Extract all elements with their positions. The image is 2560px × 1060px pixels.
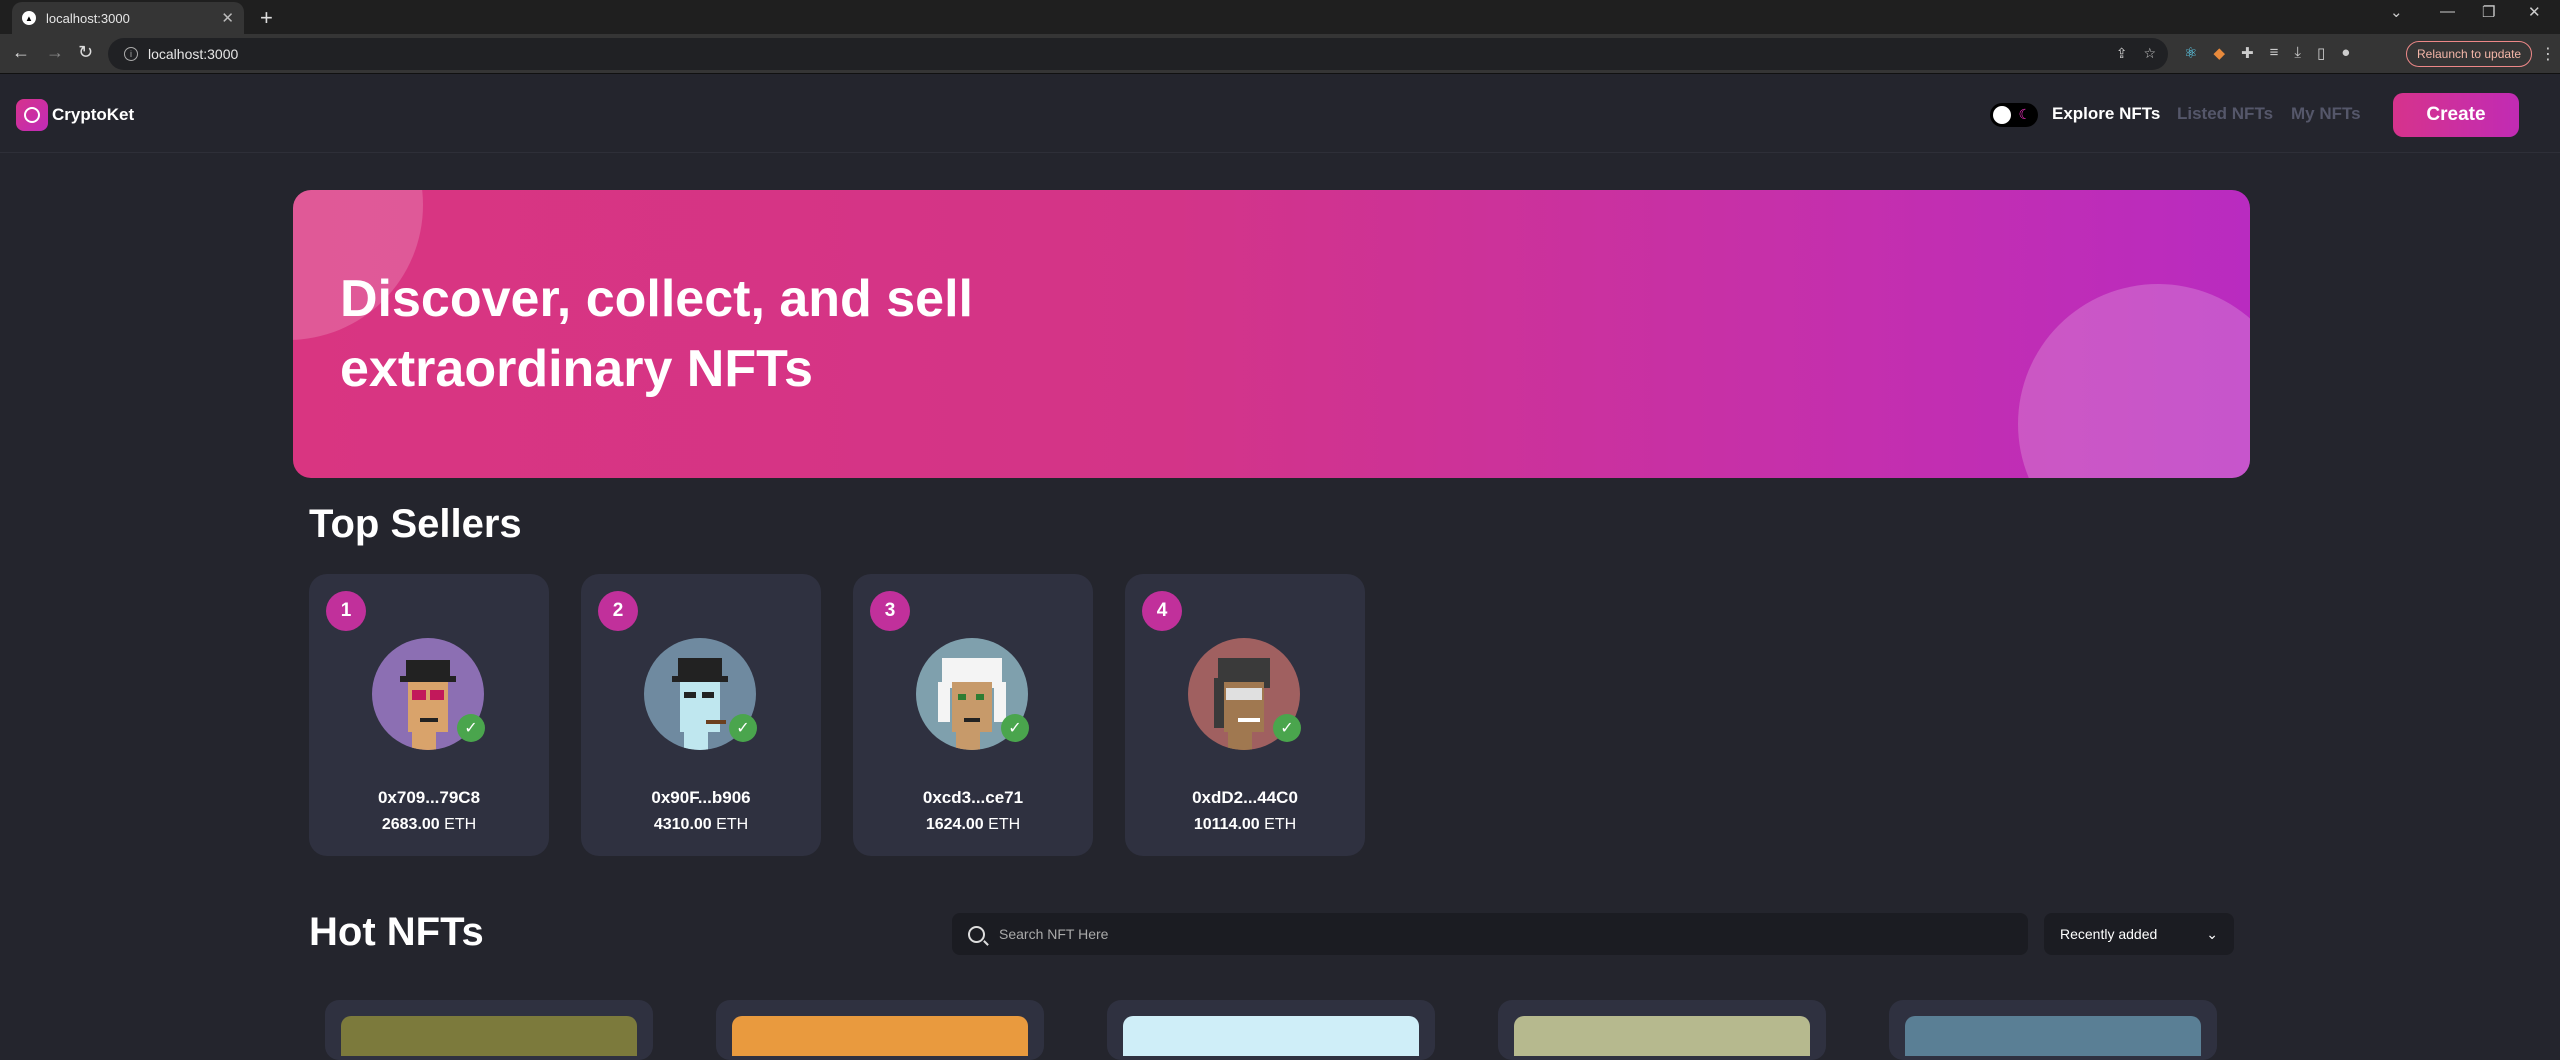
close-icon[interactable]: ✕ <box>221 9 234 27</box>
nft-card[interactable] <box>1107 1000 1435 1060</box>
theme-toggle[interactable]: ☾ <box>1990 103 2038 127</box>
seller-balance: 10114.00 ETH <box>1125 816 1365 834</box>
puzzle-icon[interactable]: ✚ <box>2241 44 2254 62</box>
verified-check-icon: ✓ <box>1273 714 1301 742</box>
nft-image <box>1123 1016 1419 1056</box>
search-icon <box>968 925 985 943</box>
balance-unit: ETH <box>1264 816 1297 833</box>
verified-check-icon: ✓ <box>1001 714 1029 742</box>
browser-tab-strip: ▲ localhost:3000 ✕ + ⌄ — ❐ ✕ <box>0 0 2560 34</box>
nft-image <box>1905 1016 2201 1056</box>
forward-icon[interactable]: → <box>46 42 64 63</box>
profile-avatar[interactable]: ● <box>2341 44 2350 62</box>
create-button[interactable]: Create <box>2393 93 2519 137</box>
seller-address: 0x90F...b906 <box>651 788 751 807</box>
balance-unit: ETH <box>716 816 749 833</box>
nft-card[interactable] <box>716 1000 1044 1060</box>
balance-amount: 1624.00 <box>925 816 984 833</box>
nft-image <box>341 1016 637 1056</box>
brand-name: CryptoKet <box>52 105 135 124</box>
url-text: localhost:3000 <box>148 46 239 62</box>
seller-balance: 4310.00 ETH <box>581 816 821 834</box>
seller-balance: 1624.00 ETH <box>853 816 1093 834</box>
nav-link-my[interactable]: My NFTs <box>2291 104 2361 124</box>
seller-address: 0xdD2...44C0 <box>1192 788 1298 807</box>
address-bar[interactable]: i localhost:3000 ⇪ ☆ <box>108 38 2168 70</box>
sort-dropdown[interactable]: Recently added ⌄ <box>2044 913 2234 955</box>
rank-badge: 4 <box>1142 591 1182 631</box>
app-navbar: CryptoKet ☾ Explore NFTs Listed NFTs My … <box>0 75 2560 153</box>
chevron-down-icon[interactable]: ⌄ <box>2390 3 2403 21</box>
balance-unit: ETH <box>988 816 1021 833</box>
more-menu-icon[interactable]: ⋮ <box>2540 44 2556 64</box>
verified-check-icon: ✓ <box>729 714 757 742</box>
download-icon[interactable]: ⤓ <box>2294 44 2301 62</box>
seller-card[interactable]: 3 ✓ 0xcd3...ce71 1624.00 ETH <box>853 574 1093 856</box>
close-window-icon[interactable]: ✕ <box>2528 3 2541 21</box>
nft-card[interactable] <box>1498 1000 1826 1060</box>
new-tab-button[interactable]: + <box>260 5 273 31</box>
search-placeholder: Search NFT Here <box>999 926 1109 942</box>
rank-badge: 2 <box>598 591 638 631</box>
hot-nfts-title: Hot NFTs <box>309 910 484 954</box>
star-icon[interactable]: ☆ <box>2143 45 2156 62</box>
metamask-icon[interactable]: ◆ <box>2213 44 2225 62</box>
seller-balance: 2683.00 ETH <box>309 816 549 834</box>
react-devtools-icon[interactable]: ⚛ <box>2184 44 2197 62</box>
seller-card[interactable]: 2 ✓ 0x90F...b906 4310.00 ETH <box>581 574 821 856</box>
hero-title: Discover, collect, and sell extraordinar… <box>340 270 973 398</box>
search-input[interactable]: Search NFT Here <box>952 913 2028 955</box>
balance-amount: 4310.00 <box>653 816 712 833</box>
extension-icons: ⚛ ◆ ✚ ≡ ⤓ ▯ ● <box>2184 44 2350 62</box>
tab-title: localhost:3000 <box>46 10 130 26</box>
nft-card[interactable] <box>325 1000 653 1060</box>
rank-badge: 3 <box>870 591 910 631</box>
verified-check-icon: ✓ <box>457 714 485 742</box>
seller-address: 0x709...79C8 <box>377 788 481 807</box>
seller-address: 0xcd3...ce71 <box>922 788 1024 807</box>
seller-card[interactable]: 1 ✓ 0x709...79C8 2683.00 ETH <box>309 574 549 856</box>
vercel-icon: ▲ <box>22 11 36 25</box>
share-icon[interactable]: ⇪ <box>2116 45 2128 62</box>
restore-icon[interactable]: ❐ <box>2482 3 2495 21</box>
nft-image <box>1514 1016 1810 1056</box>
nft-image <box>732 1016 1028 1056</box>
rank-badge: 1 <box>326 591 366 631</box>
minimize-icon[interactable]: — <box>2440 3 2455 20</box>
reload-icon[interactable]: ↻ <box>78 42 93 63</box>
chevron-down-icon: ⌄ <box>2206 925 2218 942</box>
moon-icon: ☾ <box>2018 106 2031 122</box>
balance-unit: ETH <box>444 816 477 833</box>
info-icon[interactable]: i <box>124 47 138 61</box>
top-sellers-title: Top Sellers <box>309 502 522 546</box>
seller-card[interactable]: 4 ✓ 0xdD2...44C0 10114.00 ETH <box>1125 574 1365 856</box>
reading-list-icon[interactable]: ≡ <box>2270 44 2279 62</box>
relaunch-button[interactable]: Relaunch to update <box>2406 41 2533 67</box>
balance-amount: 2683.00 <box>381 816 440 833</box>
browser-toolbar: ← → ↻ i localhost:3000 ⇪ ☆ ⚛ ◆ ✚ ≡ ⤓ ▯ ●… <box>0 34 2560 74</box>
nft-card[interactable] <box>1889 1000 2217 1060</box>
logo-icon <box>16 99 48 131</box>
sort-value: Recently added <box>2060 926 2158 942</box>
nav-link-explore[interactable]: Explore NFTs <box>2052 104 2160 124</box>
brand-logo[interactable]: CryptoKet <box>16 99 134 131</box>
decorative-circle <box>2018 284 2250 478</box>
hero-banner: Discover, collect, and sell extraordinar… <box>293 190 2250 478</box>
nav-link-listed[interactable]: Listed NFTs <box>2177 104 2273 124</box>
balance-amount: 10114.00 <box>1193 816 1260 833</box>
back-icon[interactable]: ← <box>12 42 30 63</box>
toggle-knob <box>1993 106 2011 124</box>
sidepanel-icon[interactable]: ▯ <box>2317 44 2325 62</box>
browser-tab[interactable]: ▲ localhost:3000 ✕ <box>12 2 244 34</box>
